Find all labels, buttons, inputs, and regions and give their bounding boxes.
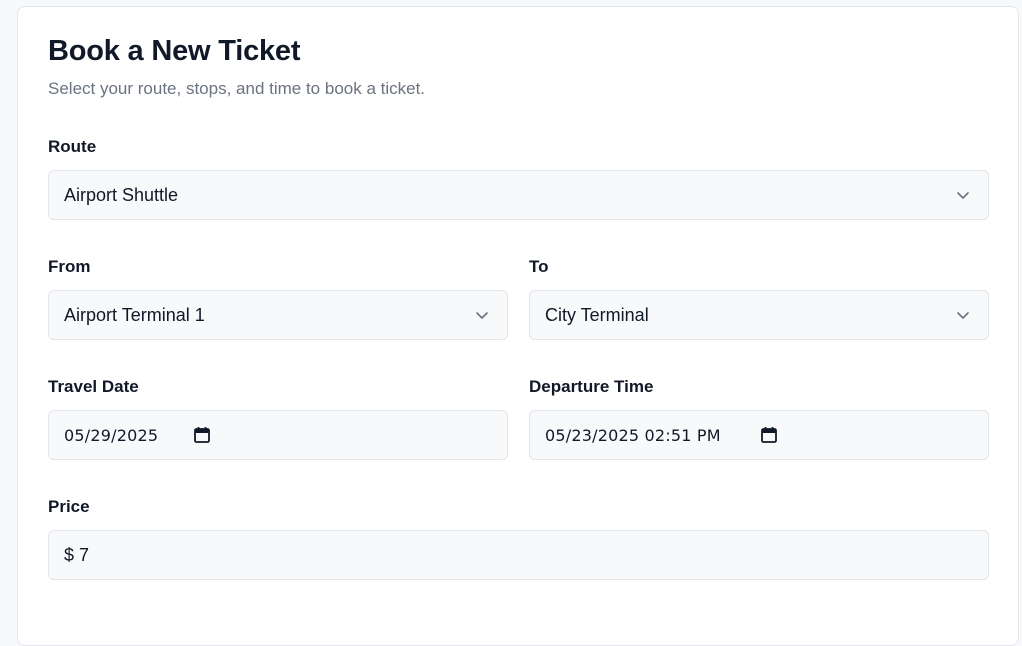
route-select[interactable]: Airport Shuttle	[48, 170, 989, 220]
to-select-value: City Terminal	[545, 304, 649, 325]
page-subtitle: Select your route, stops, and time to bo…	[48, 79, 426, 98]
route-label: Route	[48, 137, 97, 156]
chevron-down-icon	[957, 312, 969, 319]
to-label: To	[529, 257, 549, 276]
route-select-value: Airport Shuttle	[64, 184, 179, 205]
departure-time-input[interactable]: 05/23/2025 02:51 PM	[529, 410, 989, 460]
price-label: Price	[48, 497, 90, 516]
chevron-down-icon	[957, 192, 969, 199]
chevron-down-icon	[476, 312, 488, 319]
from-select-value: Airport Terminal 1	[64, 304, 205, 325]
to-select[interactable]: City Terminal	[529, 290, 989, 340]
booking-form-card: Book a New Ticket Select your route, sto…	[17, 6, 1019, 646]
travel-date-input[interactable]: 05/29/2025	[48, 410, 508, 460]
travel-date-label: Travel Date	[48, 377, 139, 396]
from-select[interactable]: Airport Terminal 1	[48, 290, 508, 340]
price-input[interactable]: $ 7	[48, 530, 989, 580]
from-label: From	[48, 257, 91, 276]
travel-date-value: 05/29/2025	[64, 425, 159, 445]
page-title: Book a New Ticket	[48, 35, 301, 67]
calendar-icon[interactable]	[760, 426, 778, 444]
calendar-icon[interactable]	[193, 426, 211, 444]
departure-time-label: Departure Time	[529, 377, 654, 396]
price-value: $ 7	[64, 544, 90, 565]
